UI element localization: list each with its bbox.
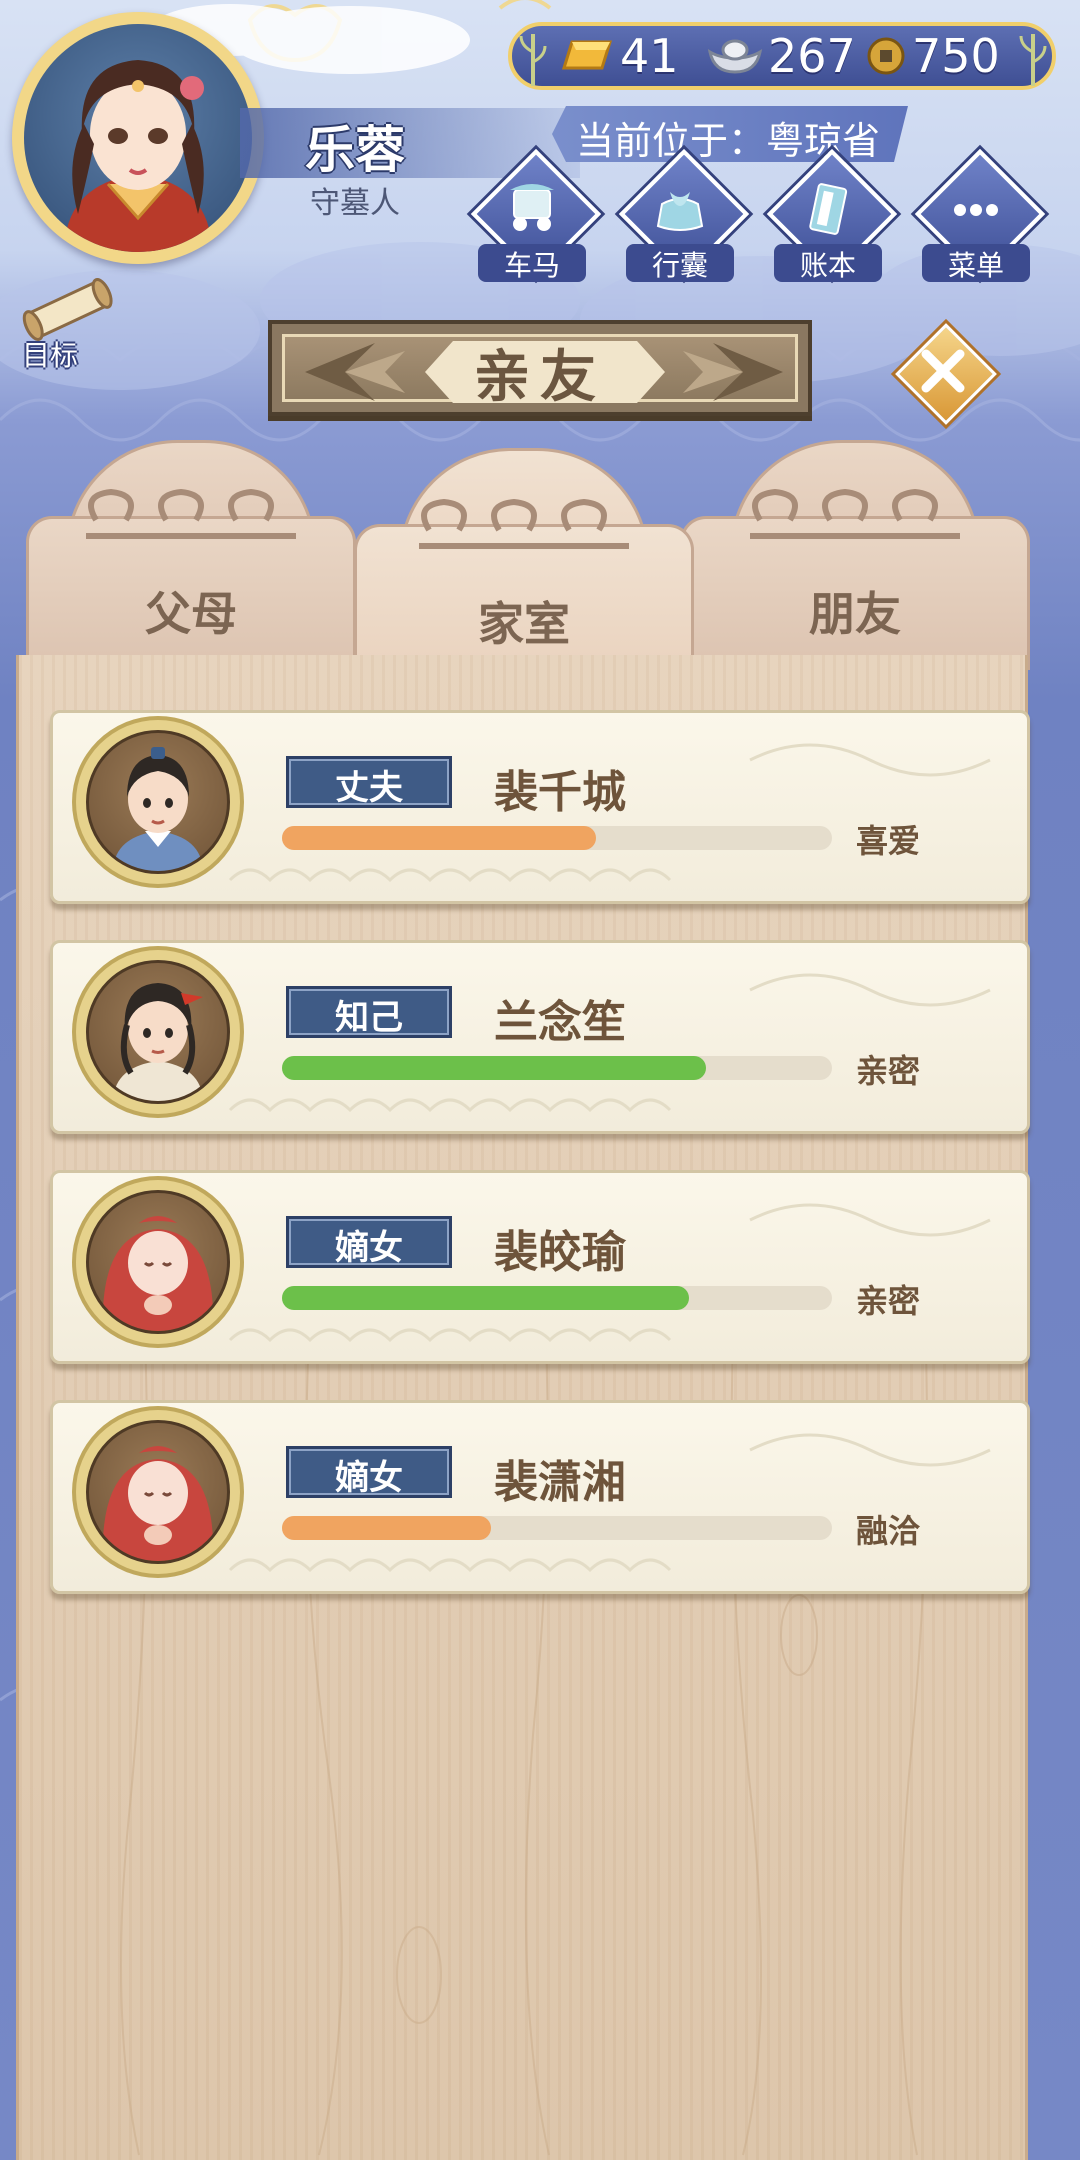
baby-avatar-icon: [102, 1446, 214, 1561]
relation-status: 亲密: [856, 1052, 921, 1090]
tab-family[interactable]: 家室: [354, 448, 694, 668]
ledger-icon: [809, 183, 848, 235]
relation-card-2[interactable]: 知己 兰念笙 亲密: [50, 940, 1030, 1134]
coin-counter: 750: [866, 26, 1000, 86]
nav-bag-label: 行囊: [651, 249, 708, 282]
male-avatar-icon: [113, 747, 203, 871]
portrait-husband[interactable]: [76, 720, 240, 884]
relation-card-3[interactable]: 嫡女 裴皎瑜 亲密: [50, 1170, 1030, 1364]
close-button[interactable]: [895, 323, 997, 425]
nav-carriage-label: 车马: [503, 249, 560, 282]
tab-cloud-ornament: [86, 488, 296, 539]
carriage-icon: [510, 184, 554, 231]
relation-status: 喜爱: [856, 822, 921, 860]
tab-parents-label: 父母: [145, 587, 237, 641]
player-avatar[interactable]: [12, 12, 264, 264]
nav-bag-button[interactable]: 行囊: [618, 148, 750, 286]
portrait-daughter-2[interactable]: [76, 1410, 240, 1574]
goal-label: 目标: [22, 339, 79, 372]
relation-status: 融洽: [856, 1512, 921, 1550]
affinity-bar: [282, 1056, 832, 1080]
portrait-confidant[interactable]: [76, 950, 240, 1114]
npc-name: 裴千城: [494, 767, 626, 818]
copper-coin-icon: [867, 37, 905, 75]
player-portrait: [24, 24, 252, 252]
bamboo-right-icon: [1019, 34, 1047, 86]
affinity-bar-fill: [282, 1056, 706, 1080]
close-icon: [921, 349, 965, 393]
panel-title: 亲友: [474, 345, 606, 410]
nav-menu-label: 菜单: [947, 249, 1004, 282]
bamboo-left-icon: [519, 34, 547, 86]
menu-dots-icon: [954, 204, 998, 216]
role-label: 丈夫: [335, 768, 403, 808]
gold-ingot-icon: [561, 40, 613, 70]
role-label: 嫡女: [335, 1458, 403, 1498]
portrait-daughter-1[interactable]: [76, 1180, 240, 1344]
nav-menu-button[interactable]: 菜单: [914, 148, 1046, 286]
currency-bar: 41 267 750: [508, 22, 1056, 90]
tab-family-label: 家室: [478, 597, 570, 651]
npc-name: 兰念笙: [494, 997, 626, 1048]
baby-avatar-icon: [102, 1216, 214, 1331]
affinity-bar-fill: [282, 1516, 491, 1540]
coin-count: 750: [912, 29, 1000, 83]
affinity-bar: [282, 1286, 832, 1310]
male-young-avatar-icon: [113, 983, 203, 1101]
bag-icon: [656, 192, 704, 231]
relation-status: 亲密: [856, 1282, 921, 1320]
npc-name: 裴潇湘: [494, 1457, 626, 1508]
nav-ledger-button[interactable]: 账本: [766, 148, 898, 286]
nav-ledger-label: 账本: [799, 249, 856, 282]
player-title: 守墓人: [310, 186, 400, 221]
tab-friends[interactable]: 朋友: [680, 440, 1030, 670]
role-label: 知己: [335, 998, 403, 1038]
tab-friends-label: 朋友: [809, 587, 901, 641]
affinity-bar: [282, 826, 832, 850]
silver-counter: 267: [706, 26, 856, 86]
affinity-bar-fill: [282, 826, 596, 850]
tab-cloud-ornament: [750, 488, 960, 539]
nav-carriage-button[interactable]: 车马: [470, 148, 602, 286]
gold-counter: 41: [558, 26, 679, 86]
role-label: 嫡女: [335, 1228, 403, 1268]
relation-card-1[interactable]: 丈夫 裴千城 喜爱: [50, 710, 1030, 904]
tab-parents[interactable]: 父母: [26, 440, 356, 670]
silver-count: 267: [768, 29, 856, 83]
tab-cloud-ornament: [419, 498, 629, 549]
silver-ingot-icon: [707, 39, 763, 74]
relation-card-4[interactable]: 嫡女 裴潇湘 融洽: [50, 1400, 1030, 1594]
affinity-bar-fill: [282, 1286, 689, 1310]
affinity-bar: [282, 1516, 832, 1540]
gold-count: 41: [620, 29, 679, 83]
player-name: 乐蓉: [305, 121, 405, 179]
npc-name: 裴皎瑜: [494, 1227, 626, 1278]
